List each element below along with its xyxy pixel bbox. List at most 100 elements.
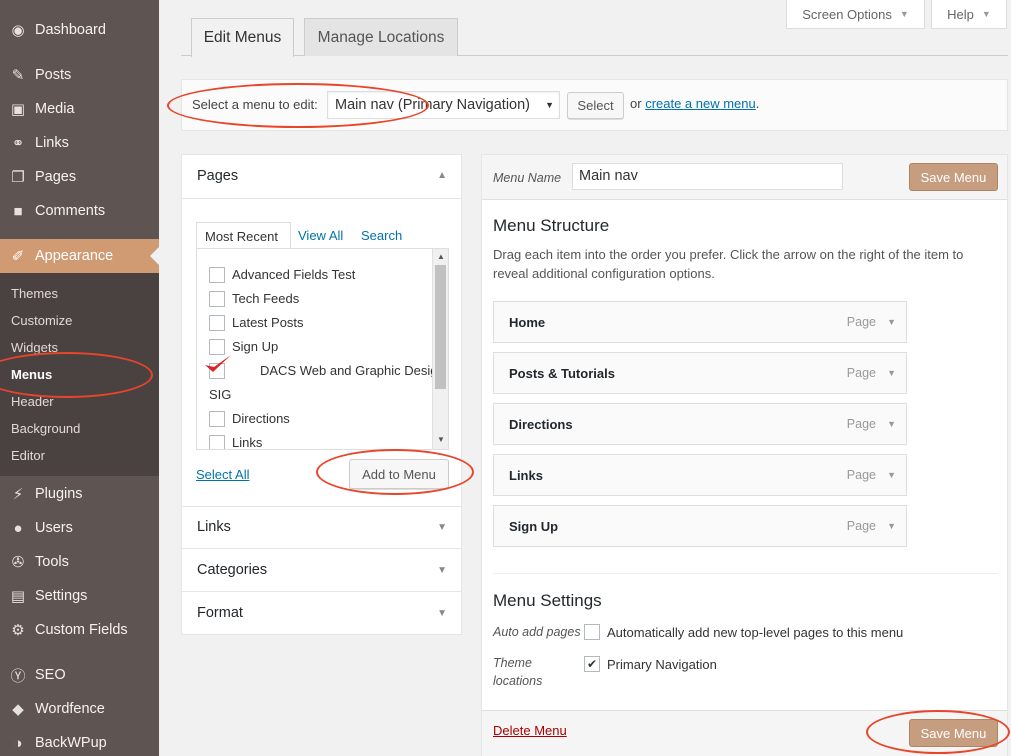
tab-manage-locations-label: Manage Locations bbox=[317, 28, 445, 46]
menu-name-input[interactable]: Main nav bbox=[572, 163, 843, 190]
chevron-down-icon: ▼ bbox=[437, 565, 447, 576]
submenu-item-menus[interactable]: Menus bbox=[11, 367, 52, 382]
select-all-link[interactable]: Select All bbox=[196, 467, 249, 482]
sidebar-item-links[interactable]: ⚭ Links bbox=[0, 126, 159, 160]
settings-divider bbox=[493, 573, 998, 574]
sidebar-item-plugins[interactable]: ⚡ Plugins bbox=[0, 477, 159, 511]
sidebar-item-wordfence[interactable]: ◆ Wordfence bbox=[0, 692, 159, 726]
add-to-menu-label: Add to Menu bbox=[362, 466, 436, 482]
links-accordion[interactable]: Links ▼ bbox=[181, 506, 462, 549]
page-checkbox-label: Advanced Fields Test bbox=[232, 267, 356, 282]
chevron-down-icon: ▼ bbox=[437, 608, 447, 619]
chevron-down-icon[interactable]: ▼ bbox=[887, 419, 896, 429]
menu-select-value: Main nav (Primary Navigation) bbox=[335, 97, 531, 113]
menu-item-home[interactable]: Home Page ▼ bbox=[493, 301, 907, 343]
categories-accordion[interactable]: Categories ▼ bbox=[181, 548, 462, 592]
sidebar-item-seo[interactable]: Ⓨ SEO bbox=[0, 658, 159, 692]
sidebar-item-appearance[interactable]: ✐ Appearance bbox=[0, 239, 159, 273]
submenu-item-background[interactable]: Background bbox=[11, 421, 80, 436]
chevron-down-icon[interactable]: ▼ bbox=[887, 470, 896, 480]
sidebar-item-users[interactable]: ● Users bbox=[0, 511, 159, 545]
sidebar-item-custom-fields[interactable]: ⚙ Custom Fields bbox=[0, 613, 159, 647]
page-checkbox[interactable] bbox=[209, 315, 225, 331]
menu-editor-footer: Delete Menu Save Menu bbox=[482, 710, 1007, 756]
chevron-down-icon[interactable]: ▼ bbox=[887, 368, 896, 378]
menu-editor: Menu Name Main nav Save Menu Menu Struct… bbox=[481, 154, 1008, 756]
tab-manage-locations[interactable]: Manage Locations bbox=[304, 18, 458, 56]
delete-menu-link[interactable]: Delete Menu bbox=[493, 723, 567, 738]
create-menu-text: or create a new menu. bbox=[630, 96, 759, 111]
menu-name-value: Main nav bbox=[579, 168, 638, 184]
sidebar-item-tools[interactable]: ✇ Tools bbox=[0, 545, 159, 579]
pages-panel-header[interactable]: Pages ▲ bbox=[182, 155, 461, 199]
sidebar-item-dashboard[interactable]: ◉ Dashboard bbox=[0, 13, 159, 47]
auto-add-checkbox[interactable] bbox=[584, 624, 600, 640]
sidebar-item-media[interactable]: ▣ Media bbox=[0, 92, 159, 126]
backup-icon: ◑ bbox=[13, 734, 23, 752]
chevron-down-icon[interactable]: ▼ bbox=[887, 521, 896, 531]
sidebar-item-posts[interactable]: ✎ Posts bbox=[0, 58, 159, 92]
page-checkbox[interactable] bbox=[209, 411, 225, 427]
sidebar-item-label: Wordfence bbox=[35, 701, 105, 717]
settings-icon: ▤ bbox=[10, 588, 26, 605]
sidebar-item-label: Posts bbox=[35, 67, 72, 83]
menu-item-title: Sign Up bbox=[509, 519, 559, 534]
menu-item-posts-tutorials[interactable]: Posts & Tutorials Page ▼ bbox=[493, 352, 907, 394]
menu-settings-title: Menu Settings bbox=[493, 591, 602, 610]
menu-item-type: Page bbox=[846, 417, 876, 431]
tab-edit-menus[interactable]: Edit Menus bbox=[191, 18, 294, 57]
sidebar-item-backwpup[interactable]: ◑ BackWPup bbox=[0, 726, 159, 756]
menu-item-type: Page bbox=[846, 519, 876, 533]
sidebar-item-comments[interactable]: ■ Comments bbox=[0, 194, 159, 228]
select-button[interactable]: Select bbox=[567, 92, 624, 119]
menu-item-links[interactable]: Links Page ▼ bbox=[493, 454, 907, 496]
format-accordion-title: Format bbox=[197, 605, 243, 621]
menu-item-title: Home bbox=[509, 315, 546, 330]
period-text: . bbox=[755, 96, 760, 111]
submenu-item-widgets[interactable]: Widgets bbox=[11, 340, 58, 355]
tab-most-recent[interactable]: Most Recent bbox=[196, 222, 291, 249]
gear-icon: ⚙ bbox=[11, 622, 25, 639]
sidebar-item-label: Users bbox=[35, 520, 73, 536]
page-checkbox-label: Tech Feeds bbox=[232, 291, 300, 306]
sidebar-item-pages[interactable]: ❐ Pages bbox=[0, 160, 159, 194]
primary-nav-label: Primary Navigation bbox=[607, 657, 717, 672]
page-checkbox[interactable] bbox=[209, 291, 225, 307]
list-scrollbar[interactable]: ▲ ▼ bbox=[432, 249, 448, 449]
submenu-item-themes[interactable]: Themes bbox=[11, 286, 58, 301]
submenu-item-customize[interactable]: Customize bbox=[11, 313, 72, 328]
primary-nav-checkbox[interactable]: ✔ bbox=[584, 656, 600, 672]
scroll-up-icon[interactable]: ▲ bbox=[437, 252, 445, 261]
page-checkbox[interactable] bbox=[209, 267, 225, 283]
menu-structure-help: Drag each item into the order you prefer… bbox=[493, 247, 964, 281]
menu-item-directions[interactable]: Directions Page ▼ bbox=[493, 403, 907, 445]
chevron-down-icon: ▼ bbox=[545, 100, 554, 110]
submenu-item-editor[interactable]: Editor bbox=[11, 448, 45, 463]
menu-item-sign-up[interactable]: Sign Up Page ▼ bbox=[493, 505, 907, 547]
help-button[interactable]: Help ▼ bbox=[931, 0, 1007, 29]
page-checkbox[interactable] bbox=[209, 435, 225, 449]
scroll-down-icon[interactable]: ▼ bbox=[437, 435, 445, 444]
format-accordion[interactable]: Format ▼ bbox=[181, 591, 462, 635]
theme-locations-label-1: Theme bbox=[493, 656, 532, 670]
sidebar-item-settings[interactable]: ▤ Settings bbox=[0, 579, 159, 613]
tab-search[interactable]: Search bbox=[361, 228, 402, 243]
tab-view-all[interactable]: View All bbox=[298, 228, 343, 243]
menu-select-dropdown[interactable]: Main nav (Primary Navigation) ▼ bbox=[327, 91, 560, 119]
save-menu-button-bottom[interactable]: Save Menu bbox=[909, 719, 998, 747]
tab-most-recent-label: Most Recent bbox=[205, 229, 278, 244]
save-menu-button-top[interactable]: Save Menu bbox=[909, 163, 998, 191]
plugin-icon: ⚡ bbox=[12, 486, 24, 503]
add-to-menu-button[interactable]: Add to Menu bbox=[349, 459, 449, 489]
user-icon: ● bbox=[13, 519, 23, 537]
submenu-item-header[interactable]: Header bbox=[11, 394, 54, 409]
menu-item-type: Page bbox=[846, 315, 876, 329]
chevron-down-icon[interactable]: ▼ bbox=[887, 317, 896, 327]
auto-add-label: Auto add pages bbox=[493, 625, 581, 639]
pages-panel-title: Pages bbox=[197, 168, 239, 184]
scrollbar-thumb[interactable] bbox=[435, 265, 446, 389]
menu-item-type: Page bbox=[846, 468, 876, 482]
screen-options-button[interactable]: Screen Options ▼ bbox=[786, 0, 925, 29]
create-new-menu-link[interactable]: create a new menu bbox=[645, 96, 756, 111]
page-checkbox-label: DACS Web and Graphic Design bbox=[260, 363, 445, 378]
